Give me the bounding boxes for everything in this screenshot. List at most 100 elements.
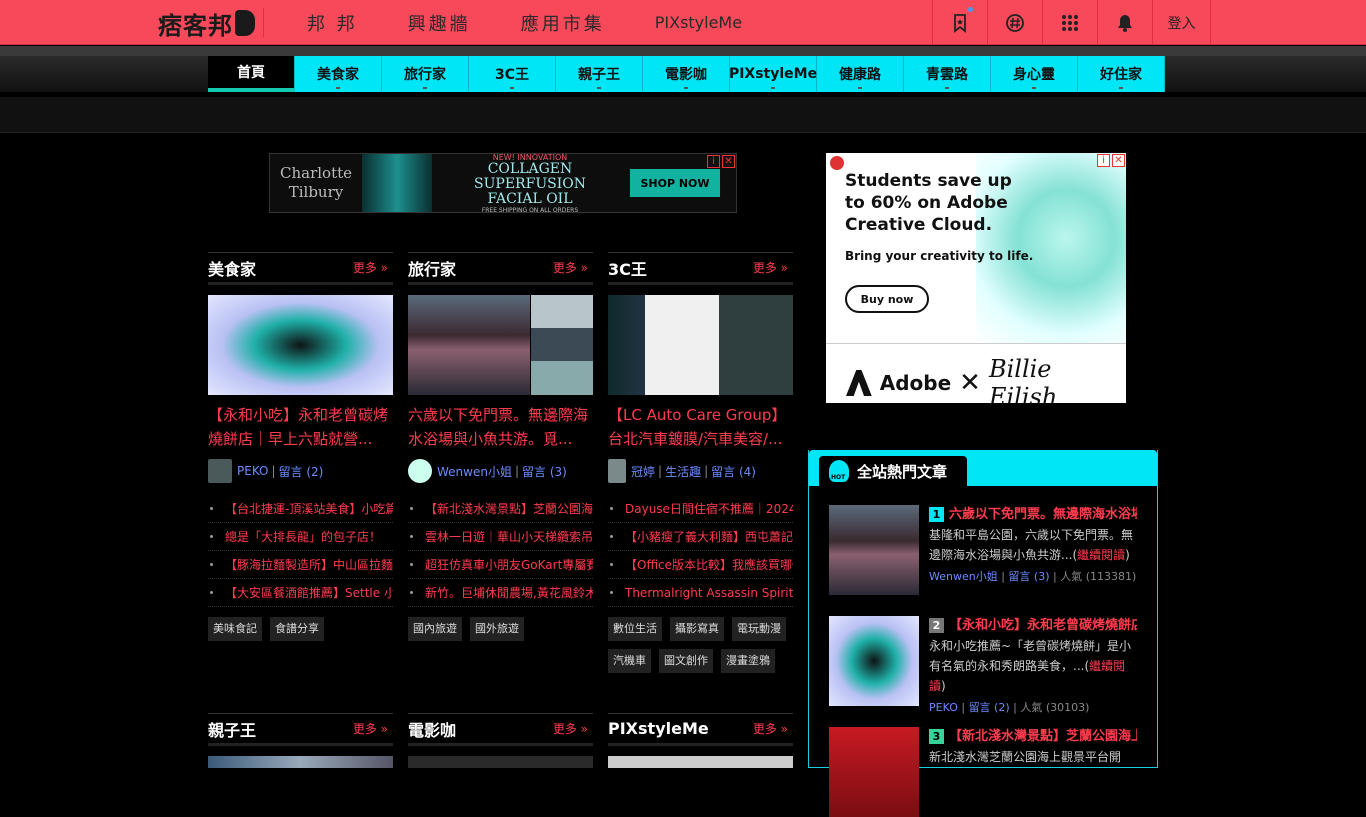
ad-close-icon[interactable]: ✕: [1112, 154, 1125, 167]
tag[interactable]: 國內旅遊: [408, 617, 462, 641]
article-thumbnail[interactable]: [208, 756, 393, 768]
list-item[interactable]: Dayuse日間住宿不推薦｜2024: [608, 495, 793, 523]
nav-pixstyleme[interactable]: PIXstyleMe: [655, 13, 742, 32]
tab-health[interactable]: 健康路: [817, 56, 904, 92]
tag[interactable]: 圖文創作: [659, 649, 713, 673]
comments-link[interactable]: 留言 (4): [711, 463, 756, 480]
hot-item-title[interactable]: 3【新北淺水灣景點】芝蘭公園海上觀景平台: [929, 727, 1137, 747]
sub-bar: [0, 97, 1366, 133]
tab-pixstyleme[interactable]: PIXstyleMe: [729, 56, 817, 92]
list-item[interactable]: 【豚海拉麵製造所】中山區拉麵: [208, 551, 393, 579]
hashtag-button[interactable]: [987, 0, 1042, 45]
hot-item-thumbnail[interactable]: [829, 616, 919, 706]
ad-shop-now-button[interactable]: SHOP NOW: [630, 169, 720, 197]
avatar[interactable]: [608, 459, 626, 483]
tag[interactable]: 漫畫塗鴉: [721, 649, 775, 673]
more-link[interactable]: 更多 »: [353, 259, 388, 276]
hot-item-body: 1六歲以下免門票。無邊際海水浴場與小魚共游 基隆和平島公園，六歲以下免門票。無邊…: [929, 505, 1137, 587]
more-link[interactable]: 更多 »: [753, 259, 788, 276]
tag[interactable]: 電玩動漫: [732, 617, 786, 641]
list-item[interactable]: 【大安區餐酒館推薦】Settle 小酒館: [208, 579, 393, 607]
article-thumbnail[interactable]: [208, 295, 393, 395]
more-link[interactable]: 更多 »: [553, 720, 588, 737]
author-link[interactable]: 冠婷: [631, 463, 655, 480]
hot-item-title[interactable]: 1六歲以下免門票。無邊際海水浴場與小魚共游: [929, 505, 1137, 525]
tag[interactable]: 汽機車: [608, 649, 651, 673]
article-title[interactable]: 【LC Auto Care Group】台北汽車鍍膜/汽車美容/...: [608, 403, 793, 451]
author-link[interactable]: Wenwen小姐: [929, 570, 998, 583]
nav-interest-wall[interactable]: 興趣牆: [408, 10, 471, 36]
tab-home[interactable]: 首頁: [208, 56, 295, 92]
category-link[interactable]: 生活趣: [665, 463, 701, 480]
banner-ad[interactable]: Charlotte Tilbury NEW! INNOVATION COLLAGE…: [269, 153, 737, 214]
list-item[interactable]: 總是「大排長龍」的包子店！: [208, 523, 393, 551]
tag[interactable]: 美味食記: [208, 617, 262, 641]
comments-link[interactable]: 留言 (2): [969, 701, 1010, 714]
list-item[interactable]: 【台北捷運-頂溪站美食】小吃篇: [208, 495, 393, 523]
hot-item-thumbnail[interactable]: [829, 727, 919, 817]
avatar[interactable]: [208, 459, 232, 483]
article-thumbnail[interactable]: [608, 756, 793, 768]
hot-item-title[interactable]: 2 【永和小吃】永和老曾碳烤燒餅店: [929, 616, 1137, 636]
top-nav: 邦 邦 興趣牆 應用市集 PIXstyleMe: [307, 0, 792, 45]
list-item[interactable]: 【Office版本比較】我應該買哪個: [608, 551, 793, 579]
tab-home-living[interactable]: 好住家: [1078, 56, 1165, 92]
comments-link[interactable]: 留言 (3): [522, 463, 567, 480]
site-logo[interactable]: 痞客邦: [158, 7, 255, 40]
list-item[interactable]: 【新北淺水灣景點】芝蘭公園海上觀景平台: [408, 495, 593, 523]
login-button[interactable]: 登入: [1152, 0, 1211, 45]
ad-close-icon[interactable]: ✕: [722, 155, 735, 168]
author-link[interactable]: PEKO: [237, 464, 268, 478]
nav-bangbang[interactable]: 邦 邦: [307, 10, 358, 36]
tag[interactable]: 攝影寫真: [670, 617, 724, 641]
comments-link[interactable]: 留言 (2): [279, 463, 324, 480]
notifications-button[interactable]: [1097, 0, 1152, 45]
tag[interactable]: 食譜分享: [270, 617, 324, 641]
side-ad[interactable]: Students save up to 60% on Adobe Creativ…: [826, 153, 1126, 403]
hot-tab[interactable]: 全站熱門文章: [819, 456, 967, 486]
list-item[interactable]: 新竹。巨埔休閒農場,黃花風鈴木: [408, 579, 593, 607]
comments-link[interactable]: 留言 (3): [1008, 570, 1049, 583]
tab-3c[interactable]: 3C王: [469, 56, 556, 92]
ad-info-icon[interactable]: i: [1097, 154, 1110, 167]
tag[interactable]: 國外旅遊: [470, 617, 524, 641]
more-link[interactable]: 更多 »: [553, 259, 588, 276]
article-thumbnail[interactable]: [608, 295, 793, 395]
article-thumbnail[interactable]: [408, 756, 593, 768]
tag[interactable]: 數位生活: [608, 617, 662, 641]
more-link[interactable]: 更多 »: [753, 720, 788, 737]
tab-career[interactable]: 青雲路: [904, 56, 991, 92]
section-title: 旅行家: [408, 259, 457, 279]
hot-panel-title: 全站熱門文章: [857, 462, 948, 481]
tab-travel[interactable]: 旅行家: [382, 56, 469, 92]
list-item[interactable]: 超狂仿真車小朋友GoKart專屬賽道: [408, 551, 593, 579]
list-item[interactable]: 雲林一日遊｜華山小天梯纜索吊橋: [408, 523, 593, 551]
adobe-logo-icon: [846, 370, 872, 396]
tab-movie[interactable]: 電影咖: [643, 56, 730, 92]
apps-button[interactable]: [1042, 0, 1097, 45]
top-bar: 痞客邦 邦 邦 興趣牆 應用市集 PIXstyleMe 登入: [0, 0, 1366, 45]
avatar[interactable]: [408, 459, 432, 483]
continue-reading-link[interactable]: 繼續閱讀: [1077, 548, 1125, 562]
ad-controls: i ✕: [707, 155, 735, 168]
nav-app-market[interactable]: 應用市集: [521, 10, 605, 36]
tab-food[interactable]: 美食家: [295, 56, 382, 92]
tab-mind[interactable]: 身心靈: [991, 56, 1078, 92]
hot-articles-panel: 全站熱門文章 1六歲以下免門票。無邊際海水浴場與小魚共游 基隆和平島公園，六歲以…: [808, 450, 1158, 817]
more-link[interactable]: 更多 »: [353, 720, 388, 737]
ad-buy-now-button[interactable]: Buy now: [845, 285, 929, 313]
divider: [263, 8, 264, 37]
article-title[interactable]: 【永和小吃】永和老曾碳烤燒餅店｜早上六點就營...: [208, 403, 393, 451]
author-link[interactable]: PEKO: [929, 701, 958, 714]
hot-item-desc: 基隆和平島公園，六歲以下免門票。無邊際海水浴場與小魚共游...(繼續閱讀): [929, 528, 1134, 562]
list-item[interactable]: 【小豬瘦了義大利麵】西屯蕭記: [608, 523, 793, 551]
list-item[interactable]: Thermalright Assassin Spirit 120: [608, 579, 793, 607]
article-list: 【新北淺水灣景點】芝蘭公園海上觀景平台 雲林一日遊｜華山小天梯纜索吊橋 超狂仿真…: [408, 495, 593, 607]
article-thumbnail[interactable]: [408, 295, 593, 395]
hot-item-thumbnail[interactable]: [829, 505, 919, 595]
ad-info-icon[interactable]: i: [707, 155, 720, 168]
author-link[interactable]: Wenwen小姐: [437, 463, 512, 480]
article-title[interactable]: 六歲以下免門票。無邊際海水浴場與小魚共游。覓...: [408, 403, 593, 451]
tab-parenting[interactable]: 親子王: [556, 56, 643, 92]
bookmark-button[interactable]: [932, 0, 987, 45]
